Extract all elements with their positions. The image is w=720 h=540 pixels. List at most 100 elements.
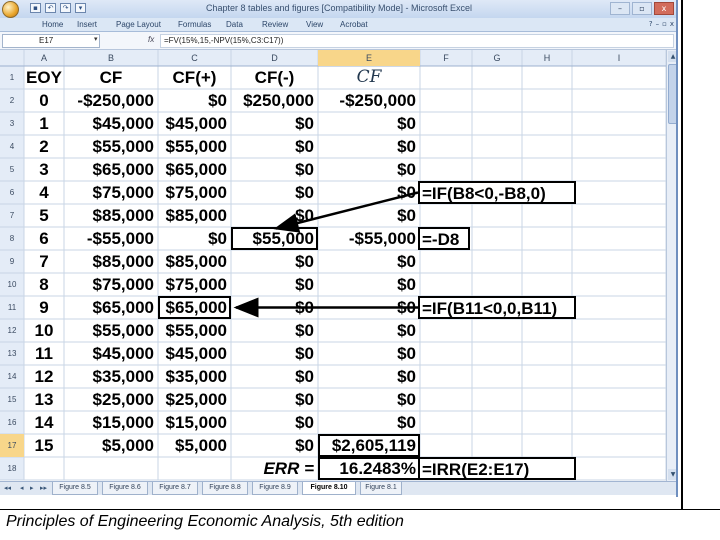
cell-e6[interactable]: $0 <box>318 181 420 204</box>
cell-c3[interactable]: $45,000 <box>158 112 231 135</box>
cell-b4[interactable]: $55,000 <box>64 135 158 158</box>
help-icon[interactable]: ? <box>649 20 653 28</box>
row-header-18[interactable]: 18 <box>0 457 24 480</box>
column-header-h[interactable]: H <box>522 50 572 66</box>
row-header-11[interactable]: 11 <box>0 296 24 319</box>
cell-c14[interactable]: $35,000 <box>158 365 231 388</box>
cell-b14[interactable]: $35,000 <box>64 365 158 388</box>
sheet-tab-figure-8-8[interactable]: Figure 8.8 <box>202 482 248 495</box>
row-header-16[interactable]: 16 <box>0 411 24 434</box>
last-sheet-icon[interactable]: ▸▸ <box>40 484 47 492</box>
cell-c13[interactable]: $45,000 <box>158 342 231 365</box>
column-header-e[interactable]: E <box>318 50 420 66</box>
cell-e15[interactable]: $0 <box>318 388 420 411</box>
cell-e16[interactable]: $0 <box>318 411 420 434</box>
next-sheet-icon[interactable]: ▸ <box>30 484 34 492</box>
cell-c10[interactable]: $75,000 <box>158 273 231 296</box>
cell-c4[interactable]: $55,000 <box>158 135 231 158</box>
row-header-4[interactable]: 4 <box>0 135 24 158</box>
tab-home[interactable]: Home <box>42 20 63 29</box>
cell-c15[interactable]: $25,000 <box>158 388 231 411</box>
sheet-tab-figure-8-10[interactable]: Figure 8.10 <box>302 482 356 495</box>
workbook-restore-button[interactable]: ▫ <box>662 20 667 28</box>
cell-e5[interactable]: $0 <box>318 158 420 181</box>
row-header-7[interactable]: 7 <box>0 204 24 227</box>
cell-d1[interactable]: CF(-) <box>231 66 318 89</box>
tab-page-layout[interactable]: Page Layout <box>116 20 161 29</box>
cell-a16[interactable]: 14 <box>24 411 64 434</box>
sheet-tab-figure-8-9[interactable]: Figure 8.9 <box>252 482 298 495</box>
tab-insert[interactable]: Insert <box>77 20 97 29</box>
tab-acrobat[interactable]: Acrobat <box>340 20 368 29</box>
cell-a14[interactable]: 12 <box>24 365 64 388</box>
cell-b8[interactable]: -$55,000 <box>64 227 158 250</box>
cell-c8[interactable]: $0 <box>158 227 231 250</box>
cell-c11[interactable]: $65,000 <box>158 296 231 319</box>
cell-e3[interactable]: $0 <box>318 112 420 135</box>
row-header-12[interactable]: 12 <box>0 319 24 342</box>
cell-d9[interactable]: $0 <box>231 250 318 273</box>
cell-a11[interactable]: 9 <box>24 296 64 319</box>
cell-d5[interactable]: $0 <box>231 158 318 181</box>
column-header-f[interactable]: F <box>420 50 472 66</box>
cell-d12[interactable]: $0 <box>231 319 318 342</box>
insert-function-icon[interactable]: fx <box>148 35 154 44</box>
scroll-down-icon[interactable]: ▼ <box>668 469 676 480</box>
chevron-down-icon[interactable]: ▾ <box>94 35 98 43</box>
cell-b6[interactable]: $75,000 <box>64 181 158 204</box>
cell-d2[interactable]: $250,000 <box>231 89 318 112</box>
cell-d17[interactable]: $0 <box>231 434 318 457</box>
row-header-3[interactable]: 3 <box>0 112 24 135</box>
cell-d10[interactable]: $0 <box>231 273 318 296</box>
restore-button[interactable]: ▫ <box>632 2 652 15</box>
workbook-minimize-button[interactable]: – <box>656 20 660 28</box>
cell-b5[interactable]: $65,000 <box>64 158 158 181</box>
cell-b16[interactable]: $15,000 <box>64 411 158 434</box>
cell-e12[interactable]: $0 <box>318 319 420 342</box>
cell-c5[interactable]: $65,000 <box>158 158 231 181</box>
row-header-2[interactable]: 2 <box>0 89 24 112</box>
row-header-8[interactable]: 8 <box>0 227 24 250</box>
cell-d13[interactable]: $0 <box>231 342 318 365</box>
cell-e17[interactable]: $2,605,119 <box>318 434 420 457</box>
cell-b3[interactable]: $45,000 <box>64 112 158 135</box>
cell-c16[interactable]: $15,000 <box>158 411 231 434</box>
column-header-b[interactable]: B <box>64 50 158 66</box>
cell-d3[interactable]: $0 <box>231 112 318 135</box>
row-header-6[interactable]: 6 <box>0 181 24 204</box>
tab-formulas[interactable]: Formulas <box>178 20 211 29</box>
cell-b10[interactable]: $75,000 <box>64 273 158 296</box>
cell-b13[interactable]: $45,000 <box>64 342 158 365</box>
row-header-13[interactable]: 13 <box>0 342 24 365</box>
tab-review[interactable]: Review <box>262 20 288 29</box>
cell-a7[interactable]: 5 <box>24 204 64 227</box>
cell-d14[interactable]: $0 <box>231 365 318 388</box>
prev-sheet-icon[interactable]: ◂ <box>20 484 24 492</box>
formula-input[interactable]: =FV(15%,15,-NPV(15%,C3:C17)) <box>160 34 674 48</box>
cell-a5[interactable]: 3 <box>24 158 64 181</box>
cell-b15[interactable]: $25,000 <box>64 388 158 411</box>
cell-b2[interactable]: -$250,000 <box>64 89 158 112</box>
column-header-a[interactable]: A <box>24 50 64 66</box>
cell-c7[interactable]: $85,000 <box>158 204 231 227</box>
cell-c1[interactable]: CF(+) <box>158 66 231 89</box>
scroll-up-icon[interactable]: ▲ <box>668 51 676 62</box>
cell-d6[interactable]: $0 <box>231 181 318 204</box>
row-header-10[interactable]: 10 <box>0 273 24 296</box>
row-header-17[interactable]: 17 <box>0 434 24 457</box>
sheet-tab-figure-8-1[interactable]: Figure 8.1 <box>360 482 402 495</box>
cell-e10[interactable]: $0 <box>318 273 420 296</box>
cell-b1[interactable]: CF <box>64 66 158 89</box>
cell-a2[interactable]: 0 <box>24 89 64 112</box>
workbook-close-button[interactable]: x <box>670 20 674 28</box>
cell-e7[interactable]: $0 <box>318 204 420 227</box>
vertical-scrollbar[interactable]: ▲ ▼ <box>666 50 676 481</box>
cell-a13[interactable]: 11 <box>24 342 64 365</box>
cell-d18[interactable]: ERR = <box>231 457 318 480</box>
sheet-tab-figure-8-6[interactable]: Figure 8.6 <box>102 482 148 495</box>
cell-b9[interactable]: $85,000 <box>64 250 158 273</box>
cell-e1[interactable]: CF <box>318 66 420 89</box>
sheet-tab-figure-8-5[interactable]: Figure 8.5 <box>52 482 98 495</box>
cell-e18[interactable]: 16.2483% <box>318 457 420 480</box>
column-header-g[interactable]: G <box>472 50 522 66</box>
